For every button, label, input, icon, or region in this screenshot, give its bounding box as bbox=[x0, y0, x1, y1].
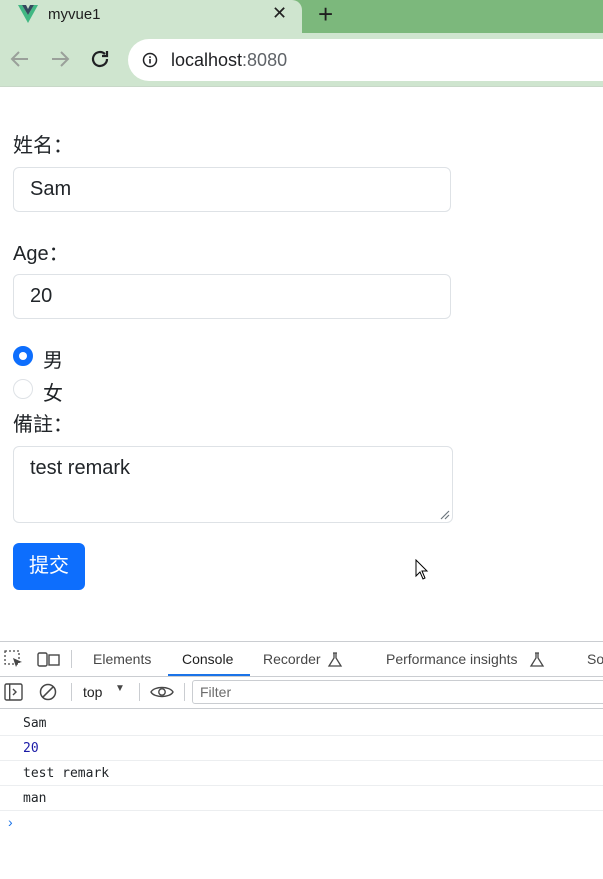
context-selector[interactable]: top bbox=[83, 684, 102, 700]
console-log-line: 20 bbox=[0, 736, 603, 761]
age-input[interactable]: 20 bbox=[13, 274, 451, 319]
tab-sources[interactable]: So bbox=[587, 651, 603, 667]
devtools-separator bbox=[184, 683, 185, 701]
female-radio-label: 女 bbox=[43, 383, 63, 405]
name-label: 姓名： bbox=[13, 135, 73, 157]
console-toolbar: top ▼ Filter bbox=[0, 677, 603, 709]
browser-toolbar: localhost:8080 bbox=[0, 33, 603, 86]
flask-icon bbox=[327, 652, 343, 667]
url-text: localhost:8080 bbox=[171, 50, 288, 70]
devtools-separator bbox=[139, 683, 140, 701]
tab-elements[interactable]: Elements bbox=[93, 651, 151, 667]
tab-recorder[interactable]: Recorder bbox=[263, 651, 321, 667]
tab-console[interactable]: Console bbox=[182, 651, 233, 667]
inspect-element-icon[interactable] bbox=[4, 650, 24, 668]
female-radio[interactable] bbox=[13, 379, 33, 399]
devtools-separator bbox=[71, 650, 72, 668]
submit-button[interactable]: 提交 bbox=[13, 543, 85, 590]
console-log-line: test remark bbox=[0, 761, 603, 786]
console-filter-input[interactable]: Filter bbox=[192, 680, 603, 704]
tab-title: myvue1 bbox=[48, 6, 101, 23]
tab-performance-insights[interactable]: Performance insights bbox=[386, 651, 518, 667]
context-dropdown-arrow-icon[interactable]: ▼ bbox=[115, 683, 125, 694]
flask-icon bbox=[529, 652, 545, 667]
site-info-icon[interactable] bbox=[142, 52, 158, 68]
male-radio[interactable] bbox=[13, 346, 33, 366]
close-tab-icon[interactable]: ✕ bbox=[272, 3, 287, 23]
remark-textarea[interactable]: test remark bbox=[13, 446, 453, 523]
active-tab-underline bbox=[168, 674, 250, 676]
resize-handle-icon[interactable] bbox=[440, 510, 450, 520]
device-toolbar-icon[interactable] bbox=[37, 650, 61, 668]
mouse-cursor-icon bbox=[415, 559, 429, 580]
devtools-tabbar: Elements Console Recorder Performance in… bbox=[0, 642, 603, 677]
tab-strip: myvue1 ✕ + bbox=[0, 0, 603, 33]
reload-icon[interactable] bbox=[88, 47, 112, 71]
male-radio-label: 男 bbox=[43, 350, 63, 372]
remark-text: test remark bbox=[30, 457, 131, 479]
console-prompt-icon[interactable]: › bbox=[8, 814, 13, 830]
remark-label: 備註： bbox=[13, 414, 73, 436]
address-bar[interactable]: localhost:8080 bbox=[128, 39, 603, 81]
age-label: Age： bbox=[13, 243, 69, 265]
clear-console-icon[interactable] bbox=[38, 683, 58, 701]
new-tab-icon[interactable]: + bbox=[318, 0, 333, 28]
name-input[interactable]: Sam bbox=[13, 167, 451, 212]
chrome-divider bbox=[0, 86, 603, 87]
browser-tab[interactable]: myvue1 ✕ bbox=[0, 0, 302, 33]
vue-logo-icon bbox=[18, 5, 38, 23]
eye-icon[interactable] bbox=[150, 683, 174, 701]
back-arrow-icon[interactable] bbox=[8, 47, 32, 71]
devtools-panel: Elements Console Recorder Performance in… bbox=[0, 641, 603, 879]
forward-arrow-icon[interactable] bbox=[48, 47, 72, 71]
sidebar-toggle-icon[interactable] bbox=[4, 683, 24, 701]
console-log-line: Sam bbox=[0, 711, 603, 736]
devtools-separator bbox=[71, 683, 72, 701]
console-log-line: man bbox=[0, 786, 603, 811]
